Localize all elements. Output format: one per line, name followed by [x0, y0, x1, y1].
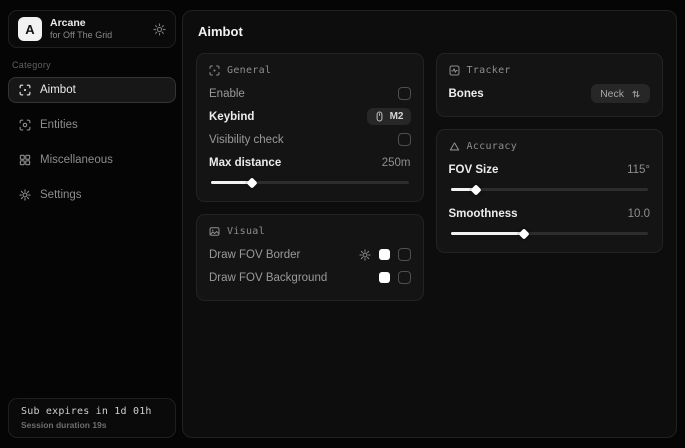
angle-icon	[449, 141, 460, 152]
up-down-arrows-icon	[631, 89, 641, 99]
tracker-card-header: Tracker	[449, 65, 651, 76]
keybind-button[interactable]: M2	[367, 108, 411, 125]
settings-gear-icon[interactable]	[153, 23, 166, 36]
general-card: General Enable Keybind	[196, 53, 424, 202]
sidebar-item-label: Settings	[40, 189, 82, 201]
enable-row: Enable	[209, 82, 411, 105]
sidebar-item-label: Entities	[40, 119, 78, 131]
entities-icon	[19, 119, 31, 131]
fov-border-checkbox[interactable]	[398, 248, 411, 261]
slider-fill	[451, 232, 524, 235]
max-distance-label: Max distance	[209, 157, 281, 169]
crosshair-icon	[19, 84, 31, 96]
brand-card: A Arcane for Off The Grid	[8, 10, 176, 48]
subscription-card: Sub expires in 1d 01h Session duration 1…	[8, 398, 176, 438]
enable-label: Enable	[209, 88, 245, 100]
slider-thumb[interactable]	[471, 184, 482, 195]
session-duration: Session duration 19s	[21, 420, 163, 430]
brand-text: Arcane for Off The Grid	[50, 17, 145, 41]
draw-fov-border-row: Draw FOV Border	[209, 243, 411, 266]
draw-fov-background-row: Draw FOV Background	[209, 266, 411, 289]
visibility-check-label: Visibility check	[209, 134, 284, 146]
gear-icon	[19, 189, 31, 201]
draw-fov-border-controls	[359, 248, 411, 261]
category-label: Category	[12, 60, 174, 70]
app-window: A Arcane for Off The Grid Category	[0, 0, 685, 448]
card-columns: General Enable Keybind	[196, 53, 663, 301]
sidebar-item-label: Aimbot	[40, 84, 76, 96]
fov-background-color-swatch[interactable]	[379, 272, 390, 283]
card-title: Accuracy	[467, 141, 518, 152]
fov-size-value: 115°	[627, 164, 650, 176]
left-column: General Enable Keybind	[196, 53, 424, 301]
max-distance-row: Max distance 250m	[209, 151, 411, 174]
sidebar-item-entities[interactable]: Entities	[8, 112, 176, 138]
draw-fov-background-label: Draw FOV Background	[209, 272, 327, 284]
main-panel: Aimbot General	[182, 10, 677, 438]
sidebar: A Arcane for Off The Grid Category	[8, 10, 176, 438]
slider-thumb[interactable]	[518, 228, 529, 239]
fov-size-label: FOV Size	[449, 164, 499, 176]
fov-border-color-swatch[interactable]	[379, 249, 390, 260]
image-icon	[209, 226, 220, 237]
grid-icon	[19, 154, 31, 166]
pulse-icon	[449, 65, 460, 76]
crosshair-icon	[209, 65, 220, 76]
card-title: Tracker	[467, 65, 511, 76]
subscription-expiry: Sub expires in 1d 01h	[21, 406, 163, 417]
slider-fill	[451, 188, 477, 191]
bones-selected-value: Neck	[600, 88, 624, 100]
keybind-row: Keybind M2	[209, 105, 411, 128]
slider-thumb[interactable]	[247, 177, 258, 188]
mouse-icon	[374, 111, 385, 122]
card-title: Visual	[227, 226, 265, 237]
bones-select[interactable]: Neck	[591, 84, 650, 103]
fov-size-slider[interactable]	[451, 188, 649, 191]
sidebar-item-settings[interactable]: Settings	[8, 182, 176, 208]
sidebar-nav: Aimbot Entities	[8, 77, 176, 212]
smoothness-slider[interactable]	[451, 232, 649, 235]
fov-background-checkbox[interactable]	[398, 271, 411, 284]
accuracy-card: Accuracy FOV Size 115° Smoothness	[436, 129, 664, 253]
fov-border-settings-icon[interactable]	[359, 249, 371, 261]
keybind-label: Keybind	[209, 111, 254, 123]
app-subtitle: for Off The Grid	[50, 30, 145, 41]
draw-fov-border-label: Draw FOV Border	[209, 249, 300, 261]
tracker-card: Tracker Bones Neck	[436, 53, 664, 117]
right-column: Tracker Bones Neck	[436, 53, 664, 253]
sidebar-item-miscellaneous[interactable]: Miscellaneous	[8, 147, 176, 173]
visual-card-header: Visual	[209, 226, 411, 237]
bones-label: Bones	[449, 88, 484, 100]
visibility-check-row: Visibility check	[209, 128, 411, 151]
app-logo: A	[18, 17, 42, 41]
bones-row: Bones Neck	[449, 82, 651, 105]
slider-fill	[211, 181, 252, 184]
smoothness-value: 10.0	[628, 208, 650, 220]
sidebar-item-label: Miscellaneous	[40, 154, 113, 166]
keybind-value: M2	[390, 111, 404, 122]
page-title: Aimbot	[198, 24, 663, 39]
card-title: General	[227, 65, 271, 76]
max-distance-slider[interactable]	[211, 181, 409, 184]
max-distance-value: 250m	[382, 157, 411, 169]
smoothness-row: Smoothness 10.0	[449, 202, 651, 225]
smoothness-label: Smoothness	[449, 208, 518, 220]
draw-fov-background-controls	[379, 271, 411, 284]
fov-size-row: FOV Size 115°	[449, 158, 651, 181]
visibility-check-checkbox[interactable]	[398, 133, 411, 146]
app-name: Arcane	[50, 17, 145, 30]
general-card-header: General	[209, 65, 411, 76]
enable-checkbox[interactable]	[398, 87, 411, 100]
accuracy-card-header: Accuracy	[449, 141, 651, 152]
sidebar-item-aimbot[interactable]: Aimbot	[8, 77, 176, 103]
visual-card: Visual Draw FOV Border	[196, 214, 424, 301]
